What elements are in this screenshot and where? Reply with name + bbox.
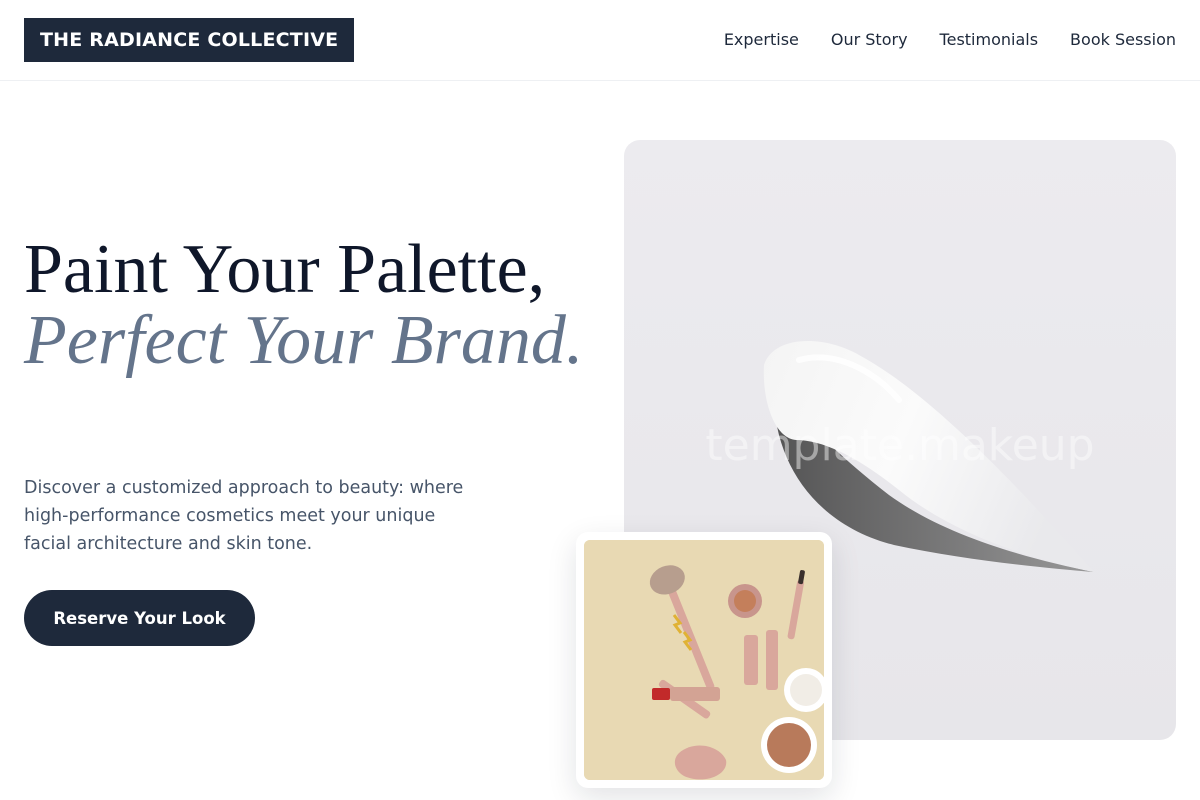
nav-link-expertise[interactable]: Expertise bbox=[724, 30, 799, 50]
makeup-flatlay-card bbox=[576, 532, 832, 788]
makeup-flatlay-image bbox=[584, 540, 824, 780]
nav-link-our-story[interactable]: Our Story bbox=[831, 30, 908, 50]
hero-description: Discover a customized approach to beauty… bbox=[24, 478, 464, 554]
nav-link-testimonials[interactable]: Testimonials bbox=[940, 30, 1039, 50]
headline-line-2: Perfect Your Brand. bbox=[24, 302, 584, 379]
hero-headline: Paint Your Palette, Perfect Your Brand. bbox=[24, 234, 604, 376]
main-nav: Expertise Our Story Testimonials Book Se… bbox=[724, 30, 1176, 50]
brand-logo[interactable]: THE RADIANCE COLLECTIVE bbox=[24, 18, 355, 62]
image-watermark: template.makeup bbox=[705, 420, 1095, 471]
site-header: THE RADIANCE COLLECTIVE Expertise Our St… bbox=[0, 0, 1200, 81]
nav-link-book-session[interactable]: Book Session bbox=[1070, 30, 1176, 50]
reserve-look-button[interactable]: Reserve Your Look bbox=[24, 590, 255, 646]
headline-line-1: Paint Your Palette, bbox=[24, 231, 546, 308]
makeup-tools-illustration bbox=[584, 540, 824, 780]
